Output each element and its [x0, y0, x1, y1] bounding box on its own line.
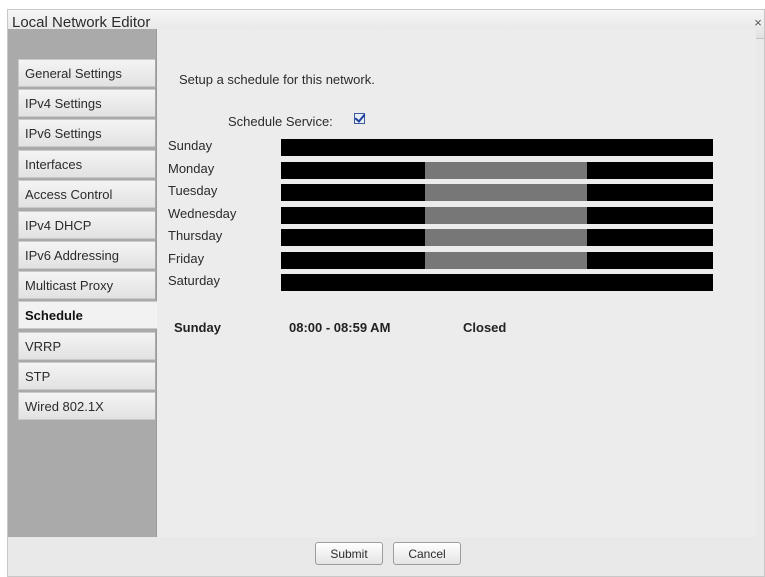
schedule-service-checkbox[interactable]: [354, 113, 365, 124]
open-hours-block[interactable]: [425, 251, 587, 269]
schedule-panel: Setup a schedule for this network. Sched…: [157, 29, 756, 537]
summary-status: Closed: [463, 320, 507, 335]
day-bar-wednesday[interactable]: [281, 206, 713, 224]
summary-day: Sunday: [174, 320, 221, 335]
schedule-service-label: Schedule Service:: [228, 114, 333, 129]
day-label-wednesday: Wednesday: [168, 205, 237, 221]
open-hours-block[interactable]: [425, 184, 587, 201]
open-hours-block[interactable]: [425, 206, 587, 224]
open-hours-block[interactable]: [425, 229, 587, 246]
sidebar-item-stp[interactable]: STP: [18, 362, 155, 390]
sidebar-item-general-settings[interactable]: General Settings: [18, 59, 155, 87]
day-bar-sunday[interactable]: [281, 139, 713, 156]
sidebar-item-ipv6-settings[interactable]: IPv6 Settings: [18, 119, 155, 147]
sidebar-item-multicast-proxy[interactable]: Multicast Proxy: [18, 271, 155, 299]
day-label-sunday: Sunday: [168, 138, 213, 153]
day-label-friday: Friday: [168, 250, 205, 266]
schedule-intro: Setup a schedule for this network.: [179, 72, 375, 87]
sidebar-item-ipv6-addressing[interactable]: IPv6 Addressing: [18, 241, 155, 269]
day-label-monday: Monday: [168, 160, 215, 176]
sidebar-item-ipv4-settings[interactable]: IPv4 Settings: [18, 89, 155, 117]
day-label-saturday: Saturday: [168, 273, 221, 288]
sidebar: General Settings IPv4 Settings IPv6 Sett…: [8, 29, 157, 537]
submit-button[interactable]: Submit: [315, 542, 383, 565]
day-label-thursday: Thursday: [168, 228, 223, 243]
day-bar-tuesday[interactable]: [281, 184, 713, 201]
summary-time: 08:00 - 08:59 AM: [289, 320, 391, 335]
day-bar-friday[interactable]: [281, 251, 713, 269]
sidebar-item-ipv4-dhcp[interactable]: IPv4 DHCP: [18, 211, 155, 239]
cancel-button[interactable]: Cancel: [393, 542, 461, 565]
sidebar-item-wired-8021x[interactable]: Wired 802.1X: [18, 392, 155, 420]
sidebar-item-schedule[interactable]: Schedule: [18, 301, 157, 329]
day-bar-saturday[interactable]: [281, 274, 713, 291]
sidebar-item-interfaces[interactable]: Interfaces: [18, 150, 155, 178]
open-hours-block[interactable]: [425, 161, 587, 179]
day-bar-monday[interactable]: [281, 161, 713, 179]
day-label-tuesday: Tuesday: [168, 183, 218, 198]
sidebar-item-access-control[interactable]: Access Control: [18, 180, 155, 208]
sidebar-item-vrrp[interactable]: VRRP: [18, 332, 155, 360]
day-bar-thursday[interactable]: [281, 229, 713, 246]
